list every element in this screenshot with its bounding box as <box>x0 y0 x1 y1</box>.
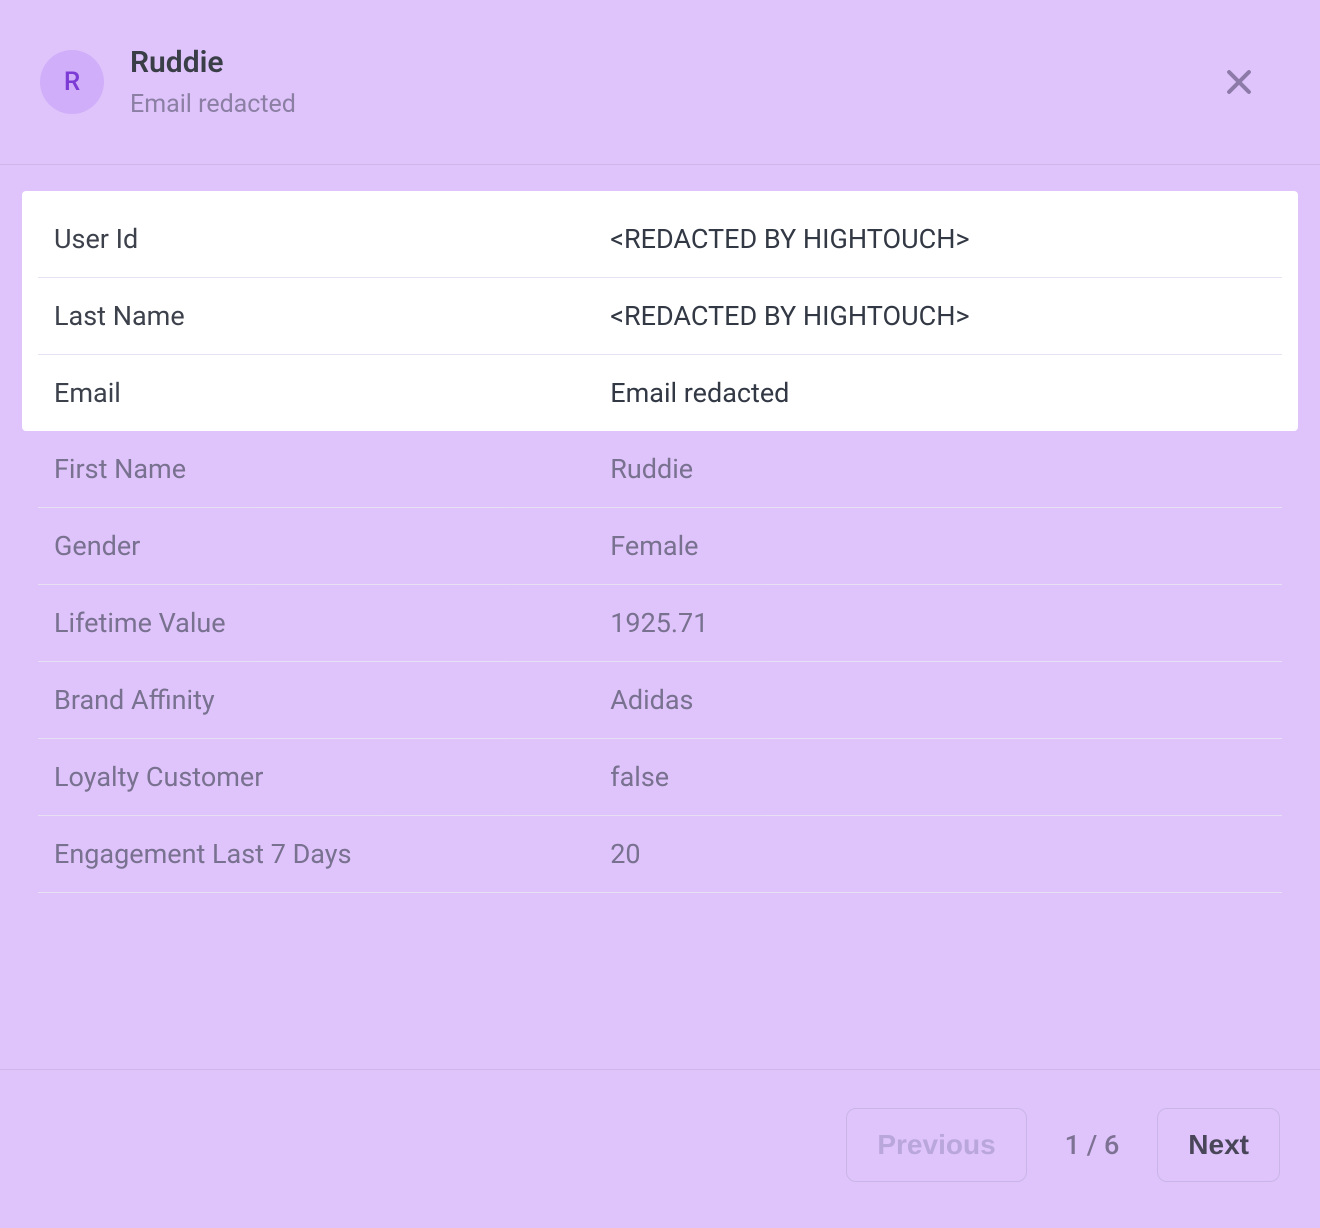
field-label: First Name <box>38 453 610 485</box>
field-value: 1925.71 <box>610 607 1282 639</box>
field-row: Brand Affinity Adidas <box>38 662 1282 739</box>
field-value: <REDACTED BY HIGHTOUCH> <box>610 300 1282 332</box>
field-label: Gender <box>38 530 610 562</box>
header-titles: Ruddie Email redacted <box>130 45 1218 119</box>
field-label: Lifetime Value <box>38 607 610 639</box>
field-row: Email Email redacted <box>38 355 1282 431</box>
field-row: Gender Female <box>38 508 1282 585</box>
previous-button[interactable]: Previous <box>846 1108 1026 1182</box>
field-label: Last Name <box>38 300 610 332</box>
field-value: Adidas <box>610 684 1282 716</box>
avatar: R <box>40 50 104 114</box>
modal-body: User Id <REDACTED BY HIGHTOUCH> Last Nam… <box>0 165 1320 1069</box>
header-name: Ruddie <box>130 45 1218 80</box>
field-label: Brand Affinity <box>38 684 610 716</box>
field-label: Engagement Last 7 Days <box>38 838 610 870</box>
modal-footer: Previous 1 / 6 Next <box>0 1069 1320 1228</box>
field-value: 20 <box>610 838 1282 870</box>
field-label: Loyalty Customer <box>38 761 610 793</box>
field-row: First Name Ruddie <box>38 431 1282 508</box>
field-value: <REDACTED BY HIGHTOUCH> <box>610 223 1282 255</box>
field-row: Engagement Last 7 Days 20 <box>38 816 1282 893</box>
field-value: false <box>610 761 1282 793</box>
field-value: Female <box>610 530 1282 562</box>
field-row: Loyalty Customer false <box>38 739 1282 816</box>
other-fields-section: First Name Ruddie Gender Female Lifetime… <box>22 431 1298 893</box>
close-icon <box>1222 65 1256 99</box>
field-row: Lifetime Value 1925.71 <box>38 585 1282 662</box>
field-value: Email redacted <box>610 377 1282 409</box>
avatar-initial: R <box>64 67 80 97</box>
modal-header: R Ruddie Email redacted <box>0 0 1320 165</box>
close-button[interactable] <box>1218 61 1260 103</box>
page-indicator: 1 / 6 <box>1065 1129 1120 1161</box>
field-label: User Id <box>38 223 610 255</box>
header-email: Email redacted <box>130 90 1218 119</box>
field-value: Ruddie <box>610 453 1282 485</box>
next-button[interactable]: Next <box>1157 1108 1280 1182</box>
field-row: User Id <REDACTED BY HIGHTOUCH> <box>38 211 1282 278</box>
field-row: Last Name <REDACTED BY HIGHTOUCH> <box>38 278 1282 355</box>
profile-modal: R Ruddie Email redacted User Id <REDACTE… <box>0 0 1320 1228</box>
field-label: Email <box>38 377 610 409</box>
highlighted-fields-card: User Id <REDACTED BY HIGHTOUCH> Last Nam… <box>22 191 1298 431</box>
